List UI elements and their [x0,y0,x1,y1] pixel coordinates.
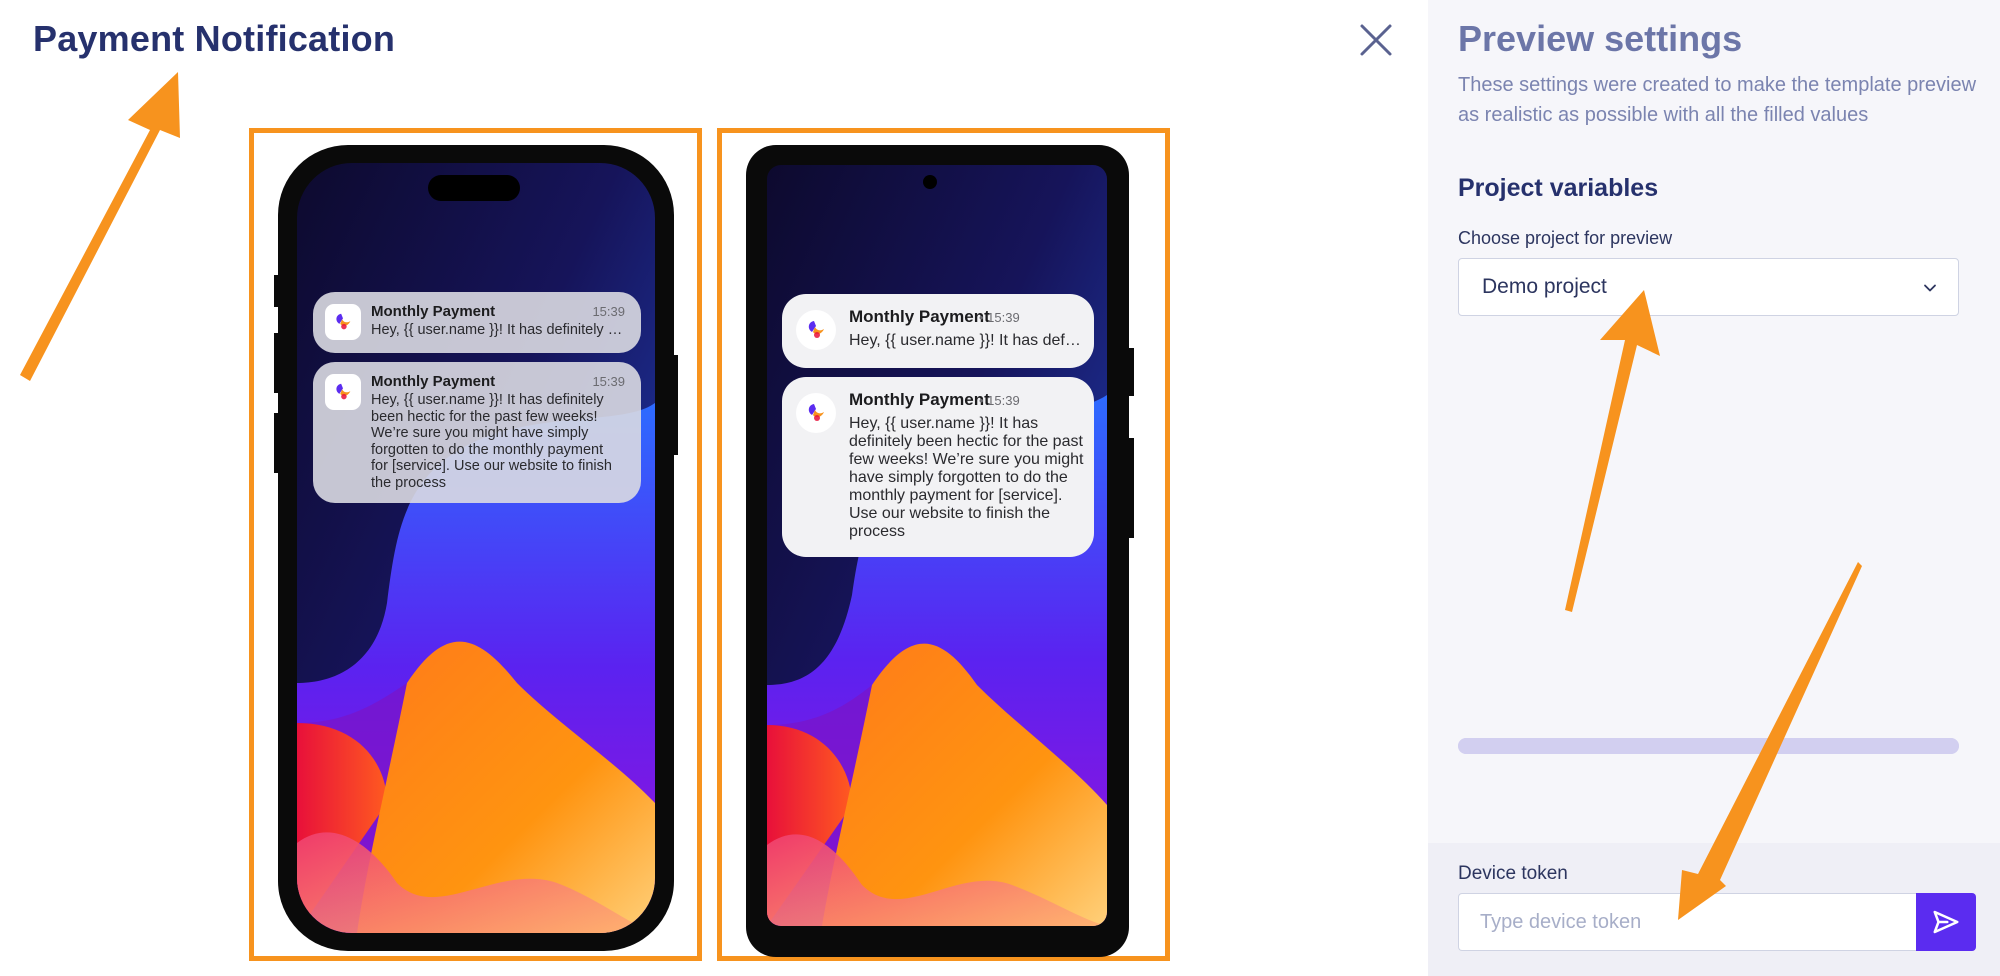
notification-collapsed[interactable]: Monthly Payment • 15:39 Hey, {{ user.nam… [782,294,1094,368]
android-screen: Monthly Payment • 15:39 Hey, {{ user.nam… [767,165,1107,926]
notification-title: Monthly Payment [849,307,990,326]
section-title: Project variables [1458,174,1659,202]
project-select-value: Demo project [1482,275,1607,298]
notification-collapsed[interactable]: Monthly Payment 15:39 Hey, {{ user.name … [313,292,641,353]
loading-bar [1458,738,1959,754]
send-icon [1933,910,1959,934]
app-icon [796,393,836,433]
side-button [274,333,280,393]
ios-screen: Monthly Payment 15:39 Hey, {{ user.name … [297,163,655,933]
side-button [274,275,280,307]
notification-time: 15:39 [592,374,625,389]
ios-preview-frame: Monthly Payment 15:39 Hey, {{ user.name … [249,128,702,961]
chevron-down-icon [1924,284,1936,292]
page-title: Payment Notification [33,18,396,59]
notification-body: Hey, {{ user.name }}! It has definitely … [849,332,1084,349]
notification-time: 15:39 [592,304,625,319]
camera-cutout [923,175,937,189]
app-logo-icon [808,321,824,338]
notification-title: Monthly Payment [371,303,496,320]
notification-expanded[interactable]: Monthly Payment 15:39 Hey, {{ user.name … [313,362,641,503]
android-preview-frame: Monthly Payment • 15:39 Hey, {{ user.nam… [717,128,1170,961]
device-token-input[interactable] [1458,893,1916,951]
side-button [672,355,678,455]
app-icon [325,374,361,410]
panel-title: Preview settings [1458,18,1743,59]
wallpaper-image [297,163,655,933]
app-icon [796,310,836,350]
device-token-section: Device token [1428,843,2000,976]
preview-settings-panel: Preview settings These settings were cre… [1428,0,2000,976]
close-icon [1360,24,1392,56]
side-button [1126,348,1134,396]
android-phone: Monthly Payment • 15:39 Hey, {{ user.nam… [746,145,1129,957]
project-select[interactable]: Demo project [1458,258,1959,316]
project-select-label: Choose project for preview [1458,228,1673,248]
loading-bar-fill [1458,738,1959,754]
notification-title: Monthly Payment [371,373,496,390]
notification-body: Hey, {{ user.name }}! It has definitely … [371,392,612,491]
panel-description: These settings were created to make the … [1458,74,1977,126]
notification-expanded[interactable]: Monthly Payment • 15:39 Hey, {{ user.nam… [782,377,1094,557]
notification-time: • 15:39 [979,310,1020,325]
send-button[interactable] [1916,893,1976,951]
side-button [1126,438,1134,538]
notification-title: Monthly Payment [849,390,990,409]
app-logo-icon [336,383,351,400]
app-icon [325,304,361,340]
app-logo-icon [808,404,824,421]
notification-body: Hey, {{ user.name }}! It has definitely … [849,415,1084,540]
device-token-label: Device token [1458,863,1568,884]
close-button[interactable] [1356,20,1396,60]
side-button [274,413,280,473]
ios-phone: Monthly Payment 15:39 Hey, {{ user.name … [278,145,674,951]
dynamic-island [428,175,520,201]
arrow-title [20,72,180,381]
notification-body: Hey, {{ user.name }}! It has definitely … [371,322,623,338]
app-logo-icon [336,313,351,330]
notification-time: • 15:39 [979,393,1020,408]
